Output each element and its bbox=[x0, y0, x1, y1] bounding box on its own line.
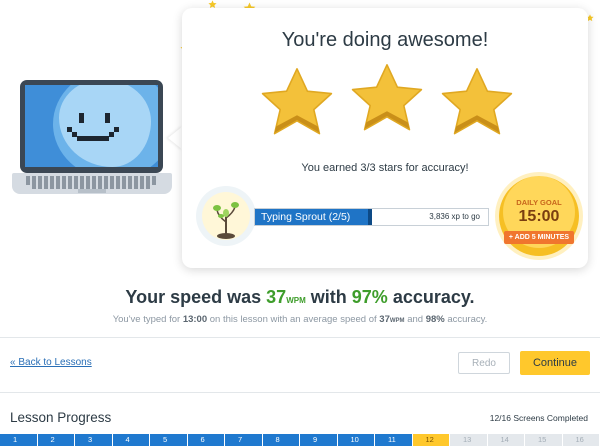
sprout-icon bbox=[202, 192, 250, 240]
lesson-progress-title: Lesson Progress bbox=[10, 410, 112, 425]
xp-remaining: 3,836 xp to go bbox=[429, 212, 480, 221]
progress-cell[interactable]: 14 bbox=[487, 434, 524, 446]
star-icon bbox=[351, 64, 423, 131]
progress-cell[interactable]: 8 bbox=[262, 434, 299, 446]
back-to-lessons-link[interactable]: « Back to Lessons bbox=[10, 357, 92, 368]
daily-goal-title: DAILY GOAL bbox=[516, 198, 562, 207]
redo-button[interactable]: Redo bbox=[458, 352, 510, 374]
screens-completed-count: 12/16 Screens Completed bbox=[489, 413, 588, 423]
progress-cell[interactable]: 6 bbox=[187, 434, 224, 446]
star-icon bbox=[261, 68, 333, 135]
progress-cell[interactable]: 3 bbox=[75, 434, 112, 446]
progress-cell[interactable]: 7 bbox=[225, 434, 262, 446]
speed-accuracy-value: 97% bbox=[351, 287, 388, 307]
results-title: You're doing awesome! bbox=[281, 29, 489, 51]
progress-cell[interactable]: 13 bbox=[450, 434, 487, 446]
divider bbox=[0, 392, 600, 393]
sprout-badge bbox=[196, 186, 256, 246]
progress-cell[interactable]: 9 bbox=[300, 434, 337, 446]
laptop-illustration bbox=[12, 80, 172, 196]
continue-button[interactable]: Continue bbox=[520, 351, 590, 375]
accuracy-stars bbox=[257, 60, 517, 150]
progress-cell[interactable]: 4 bbox=[112, 434, 149, 446]
speed-wpm-value: 37 bbox=[266, 287, 287, 307]
xp-progress-edge bbox=[368, 209, 372, 225]
xp-progress-bar: Typing Sprout (2/5) 3,836 xp to go bbox=[254, 208, 489, 226]
results-card: You're doing awesome! You earned 3/3 sta… bbox=[182, 8, 588, 268]
stars-summary: You earned 3/3 stars for accuracy! bbox=[301, 162, 469, 174]
star-icon bbox=[441, 68, 513, 135]
progress-cell[interactable]: 12 bbox=[412, 434, 449, 446]
progress-cell[interactable]: 16 bbox=[562, 434, 599, 446]
lesson-stats-text: You've typed for 13:00 on this lesson wi… bbox=[112, 314, 488, 325]
progress-cell[interactable]: 2 bbox=[37, 434, 74, 446]
progress-cell[interactable]: 1 bbox=[0, 434, 37, 446]
progress-cell[interactable]: 5 bbox=[150, 434, 187, 446]
progress-cell[interactable]: 15 bbox=[525, 434, 562, 446]
speed-summary: Your speed was 37WPM with 97% accuracy. bbox=[125, 287, 475, 307]
daily-goal-badge: DAILY GOAL 15:00 + ADD 5 MINUTES bbox=[499, 176, 579, 256]
xp-level-label: Typing Sprout (2/5) bbox=[261, 211, 351, 223]
laptop-screen-frame bbox=[20, 80, 163, 173]
progress-cell[interactable]: 11 bbox=[375, 434, 412, 446]
speech-bubble-tail bbox=[168, 126, 183, 150]
daily-goal-time: 15:00 bbox=[518, 208, 560, 225]
laptop-screen bbox=[25, 85, 158, 167]
lesson-progress-bar: 1 2 3 4 5 6 7 8 9 10 11 12 13 14 15 16 bbox=[0, 434, 600, 446]
divider bbox=[0, 337, 600, 338]
progress-cell[interactable]: 10 bbox=[337, 434, 374, 446]
add-5-minutes-button[interactable]: + ADD 5 MINUTES bbox=[504, 231, 574, 244]
